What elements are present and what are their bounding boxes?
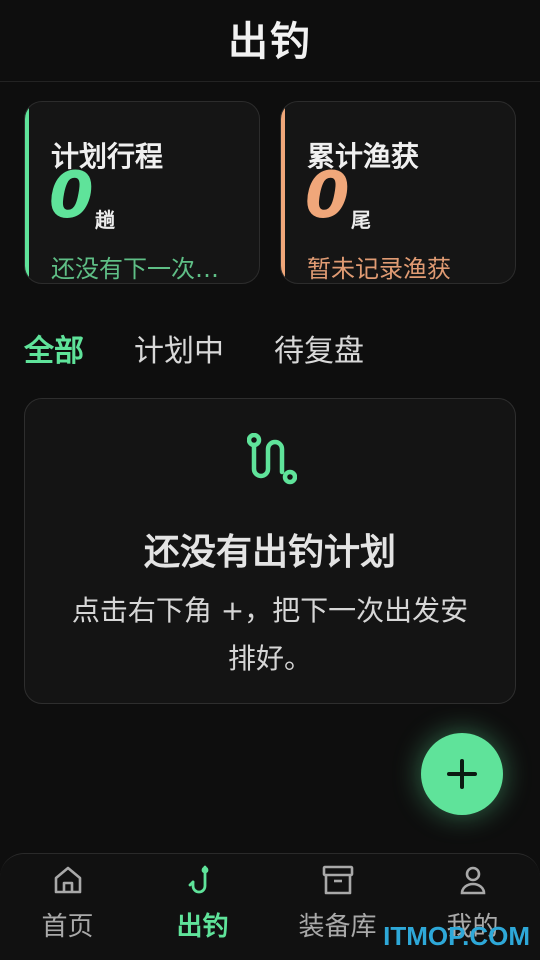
nav-fishing[interactable]: 出钓 (135, 854, 270, 960)
archive-icon (322, 865, 353, 895)
fishhook-icon (188, 865, 208, 894)
plus-icon (447, 759, 477, 789)
stats-row: 计划行程 0 趟 还没有下一次… 累计渔获 0 尾 暂未记录渔获 (24, 101, 516, 284)
plan-stat-subtitle: 还没有下一次… (51, 255, 219, 283)
empty-state-description: 点击右下角 +，把下一次出发安排好。 (71, 594, 469, 675)
nav-home-label: 首页 (41, 912, 94, 942)
nav-home[interactable]: 首页 (0, 854, 135, 960)
home-icon (54, 866, 81, 894)
empty-state-card: 还没有出钓计划 点击右下角 +，把下一次出发安排好。 (24, 398, 516, 704)
plan-accent-bar (25, 102, 29, 283)
catch-accent-bar (281, 102, 285, 283)
user-icon (460, 866, 485, 895)
watermark: ITMOP.COM (383, 921, 530, 951)
plan-stat-value: 0 (49, 159, 94, 233)
tab-planned[interactable]: 计划中 (134, 326, 224, 370)
empty-state-title: 还没有出钓计划 (143, 532, 396, 573)
catch-stat-unit: 尾 (351, 208, 371, 232)
add-trip-button[interactable] (421, 733, 503, 815)
tab-all[interactable]: 全部 (24, 326, 84, 370)
tab-review[interactable]: 待复盘 (274, 326, 364, 370)
catch-stat-value: 0 (305, 159, 350, 233)
filter-tabs: 全部 计划中 待复盘 (24, 326, 414, 370)
catch-stat-subtitle: 暂未记录渔获 (307, 255, 451, 283)
route-icon (247, 433, 297, 485)
app-header: 出钓 (0, 0, 540, 82)
catch-stat-card[interactable]: 累计渔获 0 尾 暂未记录渔获 (280, 101, 516, 284)
page-title: 出钓 (228, 18, 312, 65)
nav-fishing-label: 出钓 (176, 912, 229, 942)
plan-stat-card[interactable]: 计划行程 0 趟 还没有下一次… (24, 101, 260, 284)
plan-stat-unit: 趟 (95, 208, 115, 232)
